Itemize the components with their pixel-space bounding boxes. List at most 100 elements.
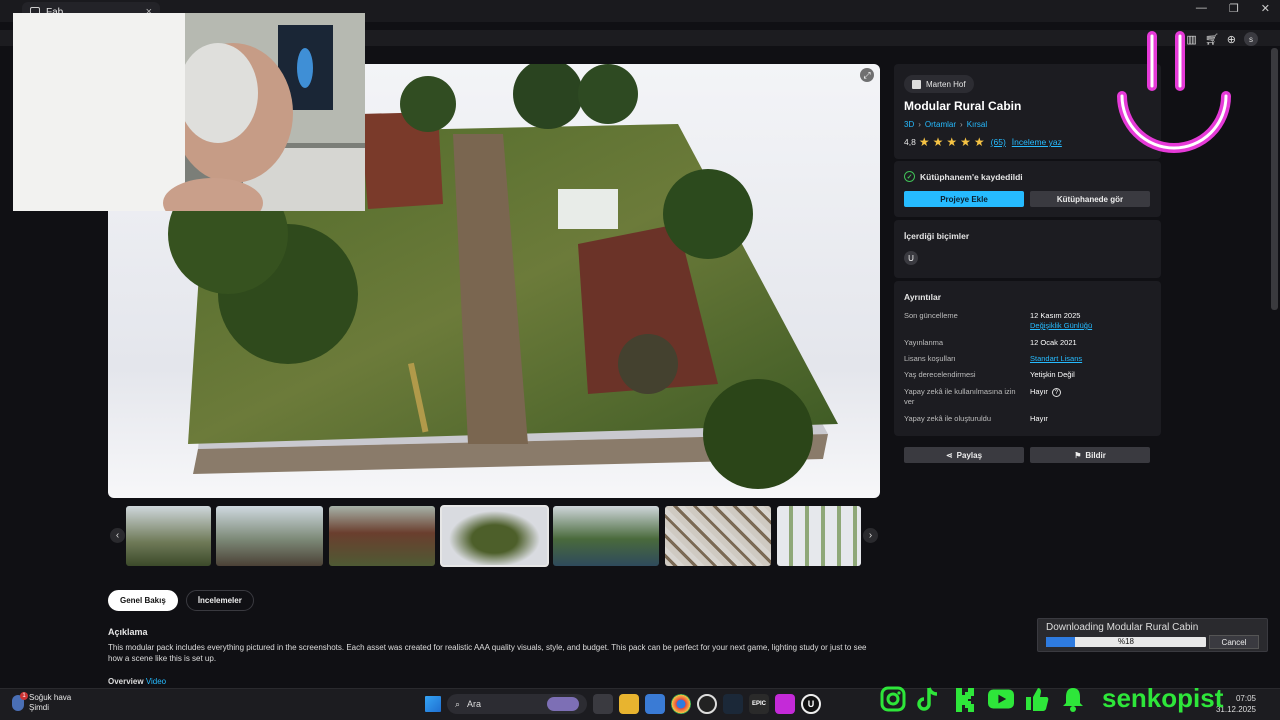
maximize-button[interactable]: ❐	[1229, 2, 1239, 15]
epic-games-icon[interactable]: EPIC	[749, 694, 769, 714]
detail-key: Yapay zekâ ile oluşturuldu	[904, 414, 991, 423]
product-title: Modular Rural Cabin	[904, 99, 1022, 113]
cancel-download-button[interactable]: Cancel	[1209, 635, 1259, 649]
instagram-icon	[880, 686, 906, 712]
download-progress-text: %18	[1117, 637, 1134, 646]
detail-value: Yetişkin Değil	[1030, 370, 1075, 379]
next-thumb-button[interactable]: ›	[863, 528, 878, 543]
ai-allowed-value: Hayır	[1030, 387, 1048, 396]
changelog-link[interactable]: Değişiklik Günlüğü	[1030, 321, 1092, 331]
unreal-engine-icon[interactable]: U	[904, 251, 918, 265]
check-circle-icon: ✓	[904, 171, 915, 182]
breadcrumb-3d[interactable]: 3D	[904, 120, 914, 129]
review-count-link[interactable]: (65)	[991, 137, 1006, 147]
breadcrumb-environments[interactable]: Ortamlar	[925, 120, 956, 129]
download-toast: Downloading Modular Rural Cabin %18 Canc…	[1037, 618, 1268, 652]
close-window-button[interactable]: ✕	[1261, 2, 1270, 15]
smiley-overlay-icon	[1117, 31, 1231, 153]
weather-sub: Şimdi	[29, 703, 50, 712]
search-icon: ⌕	[455, 698, 461, 709]
details-panel: Ayrıntılar Son güncelleme 12 Kasım 2025 D…	[894, 281, 1161, 436]
details-heading: Ayrıntılar	[904, 292, 942, 302]
breadcrumb: 3D › Ortamlar › Kırsal	[904, 120, 987, 129]
avatar[interactable]: s	[1244, 32, 1258, 46]
thumbnail-strip: ‹ ›	[108, 504, 880, 568]
taskbar-apps: ⌕ Ara EPIC U	[425, 694, 821, 714]
detail-key: Yaş derecelendirmesi	[904, 370, 976, 379]
detail-key: Yapay zekâ ile kullanılmasına izin ver	[904, 387, 1016, 406]
thumbnail-7[interactable]	[777, 506, 861, 566]
tab-reviews[interactable]: İncelemeler	[185, 590, 254, 611]
help-icon[interactable]: ?	[1051, 388, 1061, 397]
seller-name: Marten Hof	[926, 79, 966, 89]
description-section: Açıklama This modular pack includes ever…	[108, 627, 878, 664]
saved-text: Kütüphanem'e kaydedildi	[920, 171, 1023, 182]
report-button[interactable]: ⚑ Bildir	[1030, 447, 1150, 463]
add-to-project-button[interactable]: Projeye Ekle	[904, 191, 1024, 207]
detail-key: Son güncelleme	[904, 311, 958, 320]
thumbnail-1[interactable]	[126, 506, 211, 566]
library-panel: ✓ Kütüphanem'e kaydedildi Projeye Ekle K…	[894, 161, 1161, 217]
detail-key: Yayınlanma	[904, 338, 944, 347]
page-scrollbar[interactable]	[1271, 48, 1278, 310]
thumbs-up-icon	[1024, 686, 1050, 712]
thumbnail-6[interactable]	[665, 506, 771, 566]
report-label: Bildir	[1085, 450, 1106, 460]
unreal-engine-taskbar-icon[interactable]: U	[801, 694, 821, 714]
star-icon: ★	[918, 135, 930, 149]
webcam-feed	[13, 13, 365, 211]
file-explorer-icon[interactable]	[619, 694, 639, 714]
thumbnail-4-selected[interactable]	[440, 505, 549, 567]
windows-start-icon[interactable]	[425, 696, 441, 712]
overview-line: Overview Video	[108, 677, 166, 686]
thumbnail-2[interactable]	[216, 506, 323, 566]
thumbnail-5[interactable]	[553, 506, 659, 566]
weather-icon	[12, 692, 28, 711]
weather-text: Soğuk hava Şimdi	[29, 693, 71, 713]
kick-icon	[952, 686, 978, 712]
detail-value: Standart Lisans	[1030, 354, 1082, 364]
task-view-icon[interactable]	[593, 694, 613, 714]
star-icon: ★	[932, 135, 944, 149]
fullscreen-icon[interactable]: ⤢	[860, 68, 874, 82]
seller-logo-icon	[912, 79, 921, 89]
formats-panel: İçerdiği biçimler U	[894, 220, 1161, 278]
view-in-library-button[interactable]: Kütüphanede gör	[1030, 191, 1150, 207]
tab-overview[interactable]: Genel Bakış	[108, 590, 178, 611]
formats-heading: İçerdiği biçimler	[904, 231, 970, 241]
last-updated-value: 12 Kasım 2025	[1030, 311, 1081, 320]
star-icon: ★	[960, 135, 971, 149]
flag-icon: ⚑	[1074, 450, 1082, 460]
weather-widget[interactable]: Soğuk hava Şimdi	[12, 692, 71, 713]
rating-value: 4,8	[904, 137, 916, 147]
saved-status: ✓ Kütüphanem'e kaydedildi	[904, 171, 1023, 182]
minimize-button[interactable]: —	[1196, 2, 1207, 15]
overview-video-link[interactable]: Video	[146, 677, 166, 686]
share-label: Paylaş	[956, 450, 983, 460]
share-icon: ⋖	[945, 450, 953, 460]
write-review-link[interactable]: İnceleme yaz	[1012, 137, 1062, 147]
tiktok-icon	[916, 686, 942, 712]
purple-app-icon[interactable]	[775, 694, 795, 714]
steam-icon[interactable]	[723, 694, 743, 714]
search-placeholder: Ara	[467, 699, 482, 709]
webcam-overlay	[13, 13, 365, 211]
content-tabs: Genel Bakış İncelemeler	[108, 590, 254, 611]
store-icon[interactable]	[645, 694, 665, 714]
seller-badge[interactable]: Marten Hof	[904, 75, 974, 93]
overview-label: Overview	[108, 677, 144, 686]
youtube-icon	[988, 686, 1014, 712]
thumbnail-3[interactable]	[329, 506, 435, 566]
taskbar-search[interactable]: ⌕ Ara	[447, 694, 587, 714]
prev-thumb-button[interactable]: ‹	[110, 528, 125, 543]
standard-license-link[interactable]: Standart Lisans	[1030, 354, 1082, 364]
share-button[interactable]: ⋖ Paylaş	[904, 447, 1024, 463]
brand-name: senkopist	[1102, 683, 1224, 713]
github-desktop-icon[interactable]	[697, 694, 717, 714]
download-title: Downloading Modular Rural Cabin	[1046, 622, 1199, 633]
chrome-icon[interactable]	[671, 694, 691, 714]
download-progress-bar: %18	[1046, 637, 1206, 647]
detail-value: Hayır?	[1030, 387, 1061, 397]
search-highlight-icon	[547, 697, 579, 711]
breadcrumb-rural[interactable]: Kırsal	[967, 120, 987, 129]
